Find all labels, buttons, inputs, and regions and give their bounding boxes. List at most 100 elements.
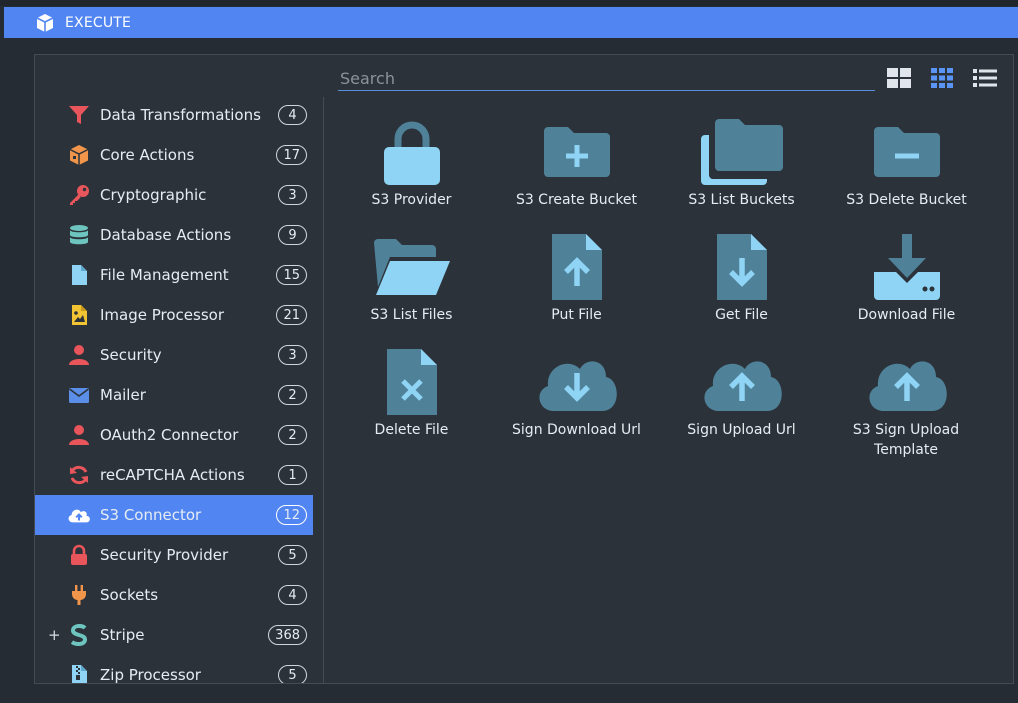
action-download-file[interactable]: Download File xyxy=(824,212,989,327)
zip-file-icon xyxy=(67,663,91,683)
download-icon xyxy=(824,232,989,302)
cloud-upload-icon xyxy=(824,347,989,417)
action-grid: S3 Provider S3 Create Bucket S3 List Buc… xyxy=(324,97,1013,683)
user-icon xyxy=(67,423,91,447)
cloud-download-icon xyxy=(494,347,659,417)
sidebar-item-cryptographic[interactable]: Cryptographic 3 xyxy=(35,175,313,215)
sidebar-item-label: Security xyxy=(100,346,162,364)
action-s3-delete-bucket[interactable]: S3 Delete Bucket xyxy=(824,97,989,212)
sidebar-item-security-provider[interactable]: Security Provider 5 xyxy=(35,535,313,575)
sidebar-item-label: Data Transformations xyxy=(100,106,261,124)
action-label: S3 List Buckets xyxy=(688,192,795,208)
sidebar-item-mailer[interactable]: Mailer 2 xyxy=(35,375,313,415)
lock-icon xyxy=(67,543,91,567)
sidebar-item-oauth2-connector[interactable]: OAuth2 Connector 2 xyxy=(35,415,313,455)
title-bar: EXECUTE xyxy=(4,7,1018,38)
sidebar-item-zip-processor[interactable]: Zip Processor 5 xyxy=(35,655,313,683)
key-icon xyxy=(67,183,91,207)
count-badge: 21 xyxy=(276,305,307,325)
envelope-icon xyxy=(67,383,91,407)
sidebar-item-file-management[interactable]: File Management 15 xyxy=(35,255,313,295)
cloud-upload-icon xyxy=(659,347,824,417)
expand-toggle[interactable]: + xyxy=(48,626,61,644)
action-label: S3 List Files xyxy=(370,307,453,323)
sidebar-item-label: Security Provider xyxy=(100,546,229,564)
action-s3-list-buckets[interactable]: S3 List Buckets xyxy=(659,97,824,212)
sidebar-item-label: Core Actions xyxy=(100,146,195,164)
sidebar-item-label: Image Processor xyxy=(100,306,224,324)
sidebar-item-label: Sockets xyxy=(100,586,159,604)
sidebar-item-image-processor[interactable]: Image Processor 21 xyxy=(35,295,313,335)
count-badge: 368 xyxy=(268,625,307,645)
category-sidebar: Data Transformations 4 Core Actions 17 C… xyxy=(35,97,324,683)
folder-open-icon xyxy=(329,232,494,302)
sidebar-item-data-transformations[interactable]: Data Transformations 4 xyxy=(35,97,313,135)
plug-icon xyxy=(67,583,91,607)
sidebar-item-s3-connector[interactable]: S3 Connector 12 xyxy=(35,495,313,535)
stripe-icon xyxy=(67,623,91,647)
sidebar-item-label: Cryptographic xyxy=(100,186,207,204)
list-icon[interactable] xyxy=(972,67,998,89)
folders-icon xyxy=(659,117,824,187)
action-label: Sign Download Url xyxy=(512,422,641,438)
sidebar-item-label: Mailer xyxy=(100,386,146,404)
cloud-upload-icon xyxy=(67,503,91,527)
sidebar-item-label: Zip Processor xyxy=(100,666,201,683)
sidebar-item-label: OAuth2 Connector xyxy=(100,426,239,444)
small-grid-icon[interactable] xyxy=(929,67,955,89)
count-badge: 12 xyxy=(276,505,307,525)
sidebar-item-database-actions[interactable]: Database Actions 9 xyxy=(35,215,313,255)
action-label: S3 Delete Bucket xyxy=(846,192,967,208)
count-badge: 4 xyxy=(278,105,307,125)
file-icon xyxy=(67,263,91,287)
folder-minus-icon xyxy=(824,117,989,187)
action-label: Download File xyxy=(857,307,956,323)
action-delete-file[interactable]: Delete File xyxy=(329,327,494,442)
action-label: Put File xyxy=(551,307,602,323)
count-badge: 4 xyxy=(278,585,307,605)
sidebar-item-label: File Management xyxy=(100,266,229,284)
action-put-file[interactable]: Put File xyxy=(494,212,659,327)
action-sign-upload-url[interactable]: Sign Upload Url xyxy=(659,327,824,442)
action-label: Sign Upload Url xyxy=(687,422,796,438)
count-badge: 9 xyxy=(278,225,307,245)
count-badge: 3 xyxy=(278,345,307,365)
filter-icon xyxy=(67,103,91,127)
count-badge: 1 xyxy=(278,465,307,485)
action-get-file[interactable]: Get File xyxy=(659,212,824,327)
sidebar-item-label: reCAPTCHA Actions xyxy=(100,466,245,484)
sidebar-item-label: Stripe xyxy=(100,626,145,644)
action-s3-list-files[interactable]: S3 List Files xyxy=(329,212,494,327)
action-s3-sign-upload-template[interactable]: S3 Sign Upload Template xyxy=(824,327,989,467)
cube-icon xyxy=(34,12,56,34)
action-label: S3 Create Bucket xyxy=(515,192,638,208)
file-download-icon xyxy=(659,232,824,302)
window-title: EXECUTE xyxy=(65,14,132,31)
toolbox-panel: Data Transformations 4 Core Actions 17 C… xyxy=(34,54,1014,684)
lock-icon xyxy=(329,117,494,187)
sidebar-item-stripe[interactable]: + Stripe 368 xyxy=(35,615,313,655)
toolbar xyxy=(35,55,1013,97)
action-label: S3 Sign Upload Template xyxy=(852,422,960,458)
count-badge: 5 xyxy=(278,665,307,683)
sidebar-item-label: Database Actions xyxy=(100,226,232,244)
action-label: Get File xyxy=(715,307,768,323)
folder-plus-icon xyxy=(494,117,659,187)
sidebar-item-label: S3 Connector xyxy=(100,506,202,524)
sync-icon xyxy=(67,463,91,487)
search-input[interactable] xyxy=(338,67,875,91)
count-badge: 17 xyxy=(276,145,307,165)
sidebar-item-core-actions[interactable]: Core Actions 17 xyxy=(35,135,313,175)
top-strip xyxy=(0,0,1018,6)
sidebar-item-recaptcha-actions[interactable]: reCAPTCHA Actions 1 xyxy=(35,455,313,495)
large-grid-icon[interactable] xyxy=(886,67,912,89)
action-label: Delete File xyxy=(374,422,449,438)
sidebar-item-security[interactable]: Security 3 xyxy=(35,335,313,375)
image-file-icon xyxy=(67,303,91,327)
action-s3-provider[interactable]: S3 Provider xyxy=(329,97,494,212)
action-sign-download-url[interactable]: Sign Download Url xyxy=(494,327,659,442)
sidebar-item-sockets[interactable]: Sockets 4 xyxy=(35,575,313,615)
action-s3-create-bucket[interactable]: S3 Create Bucket xyxy=(494,97,659,212)
count-badge: 3 xyxy=(278,185,307,205)
database-icon xyxy=(67,223,91,247)
